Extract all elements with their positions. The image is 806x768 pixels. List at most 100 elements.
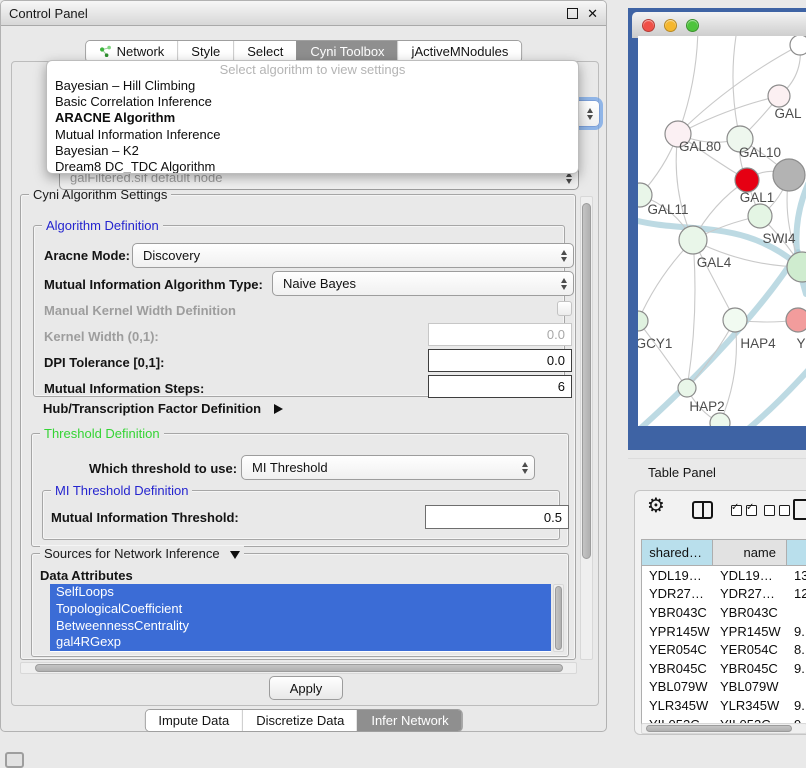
- sources-title[interactable]: Sources for Network Inference: [40, 546, 244, 561]
- edge-VT1-GAL80[interactable]: [678, 36, 698, 134]
- node-hap4[interactable]: [723, 308, 747, 332]
- settings-horizontal-scrollbar-thumb[interactable]: [35, 664, 563, 672]
- tab-style[interactable]: Style: [177, 41, 233, 62]
- table-cell: YER054C: [713, 640, 787, 659]
- apply-button[interactable]: Apply: [269, 676, 343, 700]
- table-horizontal-scrollbar[interactable]: [641, 723, 806, 734]
- attribute-gal4rgexp[interactable]: gal4RGexp: [50, 634, 551, 651]
- algorithm-option-basic-correlation-inference[interactable]: Basic Correlation Inference: [47, 94, 578, 110]
- column-header-a[interactable]: A: [787, 540, 806, 565]
- tab-jactivemnodules[interactable]: jActiveMNodules: [398, 41, 522, 62]
- algorithm-option-bayesian-hill-climbing[interactable]: Bayesian – Hill Climbing: [47, 78, 578, 94]
- mi-steps-field[interactable]: 6: [428, 375, 572, 398]
- network-window-titlebar[interactable]: [632, 12, 806, 38]
- mi-type-combobox[interactable]: Naive Bayes: [272, 271, 574, 296]
- column-header-name[interactable]: name: [713, 540, 787, 565]
- table-horizontal-scrollbar-thumb[interactable]: [646, 725, 792, 732]
- tab-infer-network[interactable]: Infer Network: [357, 710, 461, 731]
- table-cell: YBR043C: [713, 603, 787, 622]
- edge-GCY1-HAP2[interactable]: [638, 321, 687, 388]
- settings-vertical-scrollbar-thumb[interactable]: [582, 203, 591, 559]
- dpi-tolerance-field[interactable]: 0.0: [428, 349, 572, 372]
- node-label-gal10: GAL10: [739, 145, 781, 160]
- kernel-width-label: Kernel Width (0,1):: [44, 329, 159, 344]
- manual-kernel-checkbox[interactable]: [557, 301, 572, 316]
- node-gal1[interactable]: [748, 204, 772, 228]
- float-icon[interactable]: [567, 8, 578, 19]
- node-gal4[interactable]: [679, 226, 707, 254]
- select-all-checkboxes-icon[interactable]: [731, 505, 757, 516]
- tab-select[interactable]: Select: [233, 41, 296, 62]
- zoom-traffic-light[interactable]: [686, 19, 699, 32]
- table-cell: YBR045C: [642, 659, 713, 678]
- node-hap2[interactable]: [678, 379, 696, 397]
- node-gal[interactable]: [768, 85, 790, 107]
- node-bot[interactable]: [710, 413, 730, 426]
- which-threshold-label: Which threshold to use:: [89, 461, 237, 476]
- edge-GAL4-GCY1[interactable]: [638, 240, 693, 321]
- network-view-window[interactable]: GALGAL80GAL10GAL1GAL11GAL4SWI4GCY1HAP4YH…: [628, 8, 806, 450]
- table-cell: 9.: [787, 622, 806, 641]
- algorithm-option-dream8-dc-tdc-algorithm[interactable]: Dream8 DC_TDC Algorithm: [47, 159, 578, 174]
- settings-vertical-scrollbar[interactable]: [580, 196, 593, 660]
- table-row[interactable]: YBL079WYBL079W: [642, 678, 806, 697]
- aracne-mode-combobox[interactable]: Discovery: [132, 243, 574, 268]
- table-cell: YBL079W: [713, 678, 787, 697]
- mi-threshold-field[interactable]: 0.5: [425, 505, 569, 529]
- settings-horizontal-scrollbar[interactable]: [20, 662, 577, 674]
- network-graph[interactable]: GALGAL80GAL10GAL1GAL11GAL4SWI4GCY1HAP4YH…: [638, 36, 806, 426]
- attribute-betweennesscentrality[interactable]: BetweennessCentrality: [50, 618, 551, 635]
- table-cell: YLR345W: [713, 696, 787, 715]
- hub-expander[interactable]: Hub/Transcription Factor Definition: [43, 401, 283, 416]
- algorithm-option-mutual-information-inference[interactable]: Mutual Information Inference: [47, 127, 578, 143]
- close-icon[interactable]: ✕: [587, 7, 598, 20]
- table-cell: YPR145W: [642, 622, 713, 641]
- control-panel-titlebar[interactable]: Control Panel ✕: [1, 1, 606, 26]
- sources-group: Sources for Network Inference Data Attri…: [31, 553, 569, 657]
- table-options-icon[interactable]: [793, 499, 806, 520]
- minimize-traffic-light[interactable]: [664, 19, 677, 32]
- collapse-arrow-icon[interactable]: [230, 551, 240, 559]
- attributes-scrollbar[interactable]: [553, 584, 564, 652]
- algorithm-option-aracne-algorithm[interactable]: ARACNE Algorithm: [47, 110, 578, 126]
- node-gray[interactable]: [773, 159, 805, 191]
- kernel-width-field[interactable]: 0.0: [428, 323, 572, 346]
- edge-VT2-GAL10[interactable]: [733, 36, 740, 139]
- gear-icon[interactable]: ⚙: [647, 496, 665, 516]
- table-row[interactable]: YDR27…YDR27…12: [642, 585, 806, 604]
- data-attributes-list[interactable]: SelfLoopsTopologicalCoefficientBetweenne…: [50, 584, 551, 652]
- tab-discretize-data[interactable]: Discretize Data: [242, 710, 357, 731]
- split-view-icon[interactable]: [692, 501, 713, 519]
- algorithm-option-bayesian-k2[interactable]: Bayesian – K2: [47, 143, 578, 159]
- attributes-scrollbar-thumb[interactable]: [555, 586, 562, 650]
- node-label-gcy1: GCY1: [638, 336, 672, 351]
- attribute-selfloops[interactable]: SelfLoops: [50, 584, 551, 601]
- node-label-swi4: SWI4: [762, 231, 795, 246]
- attribute-topologicalcoefficient[interactable]: TopologicalCoefficient: [50, 601, 551, 618]
- tab-impute-data[interactable]: Impute Data: [145, 710, 242, 731]
- node-y[interactable]: [786, 308, 806, 332]
- tab-cyni-toolbox[interactable]: Cyni Toolbox: [296, 41, 397, 62]
- deselect-all-checkboxes-icon[interactable]: [764, 505, 790, 516]
- algorithm-dropdown-popup: Select algorithm to view settings Bayesi…: [46, 60, 579, 174]
- edge-GAL4-HAP2[interactable]: [687, 240, 695, 388]
- close-traffic-light[interactable]: [642, 19, 655, 32]
- expander-arrow-icon[interactable]: [274, 404, 283, 414]
- table-row[interactable]: YLR345WYLR345W9.: [642, 696, 806, 715]
- minimized-panel-icon[interactable]: [5, 752, 24, 768]
- table-row[interactable]: YER054CYER054C8.: [642, 640, 806, 659]
- table-row[interactable]: YBR043CYBR043C: [642, 603, 806, 622]
- table-row[interactable]: YDL19…YDL19…13: [642, 566, 806, 585]
- node-table: shared…nameA YDL19…YDL19…13YDR27…YDR27…1…: [641, 539, 806, 725]
- node-n1[interactable]: [790, 36, 806, 55]
- algorithm-dropdown-placeholder: Select algorithm to view settings: [47, 62, 578, 78]
- node-gcy1[interactable]: [638, 311, 648, 331]
- table-row[interactable]: YBR045CYBR045C9.: [642, 659, 806, 678]
- column-header-shared-[interactable]: shared…: [642, 540, 713, 565]
- network-canvas[interactable]: GALGAL80GAL10GAL1GAL11GAL4SWI4GCY1HAP4YH…: [638, 36, 806, 426]
- which-threshold-combobox[interactable]: MI Threshold: [241, 455, 535, 480]
- table-row[interactable]: YPR145WYPR145W9.: [642, 622, 806, 641]
- tab-network[interactable]: Network: [86, 41, 178, 62]
- node-red[interactable]: [735, 168, 759, 192]
- edge-N2-GAL80[interactable]: [678, 96, 779, 134]
